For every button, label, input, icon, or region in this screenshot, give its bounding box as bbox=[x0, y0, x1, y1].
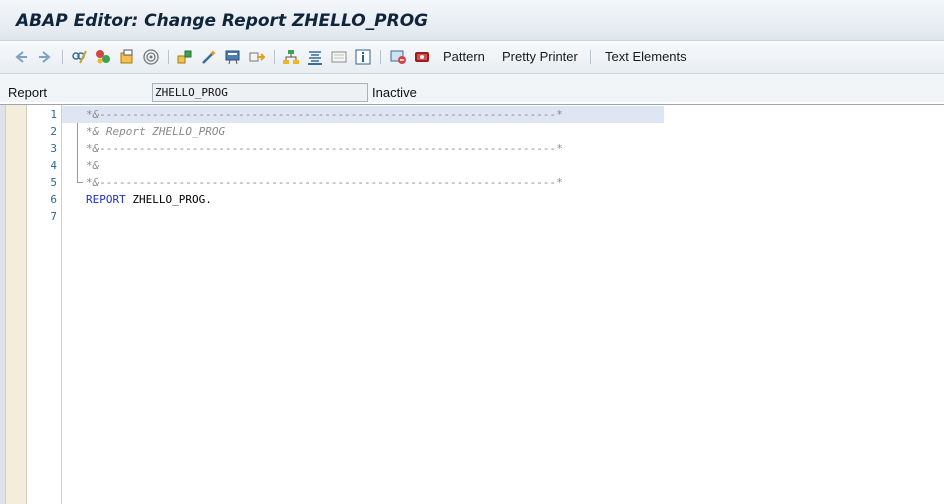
pretty-printer-button[interactable]: Pretty Printer bbox=[502, 49, 578, 65]
line-number: 2 bbox=[50, 125, 57, 138]
window-title: ABAP Editor: Change Report ZHELLO_PROG bbox=[16, 11, 429, 31]
comment-text: *& Report ZHELLO_PROG bbox=[86, 125, 226, 138]
abap-code-editor[interactable]: 1 2 3 4 5 6 7 *&------------------------… bbox=[0, 104, 944, 504]
comment-text: *&--------------------------------------… bbox=[86, 142, 563, 155]
line-number: 6 bbox=[50, 193, 57, 206]
hierarchy-icon[interactable] bbox=[282, 48, 300, 66]
code-line[interactable]: *& Report ZHELLO_PROG bbox=[62, 123, 944, 140]
where-used-icon[interactable] bbox=[248, 48, 266, 66]
code-line[interactable]: *&--------------------------------------… bbox=[62, 140, 944, 157]
comment-text: *&--------------------------------------… bbox=[86, 176, 563, 189]
display-change-icon[interactable] bbox=[70, 48, 88, 66]
report-field-row: Report ZHELLO_PROG Inactive bbox=[0, 74, 944, 102]
code-line[interactable]: REPORT ZHELLO_PROG. bbox=[62, 191, 944, 208]
line-number: 3 bbox=[50, 142, 57, 155]
status-text: Inactive bbox=[372, 85, 417, 100]
comment-text: *&--------------------------------------… bbox=[86, 108, 563, 121]
code-statement: REPORT ZHELLO_PROG. bbox=[86, 191, 212, 208]
code-area[interactable]: *&--------------------------------------… bbox=[62, 105, 944, 504]
code-line[interactable]: *&--------------------------------------… bbox=[62, 174, 944, 191]
line-number: 4 bbox=[50, 159, 57, 172]
display-object-list-icon[interactable] bbox=[224, 48, 242, 66]
other-object-icon[interactable] bbox=[176, 48, 194, 66]
fullscreen-icon[interactable] bbox=[330, 48, 348, 66]
line-number: 1 bbox=[50, 108, 57, 121]
toolbar-separator bbox=[168, 50, 169, 64]
report-name-field[interactable]: ZHELLO_PROG bbox=[152, 83, 368, 102]
code-line[interactable] bbox=[62, 208, 944, 225]
keyword-text: REPORT bbox=[86, 193, 126, 206]
target-icon[interactable] bbox=[142, 48, 160, 66]
text-elements-button[interactable]: Text Elements bbox=[605, 49, 687, 65]
comment-text: *& bbox=[86, 159, 100, 172]
activate-icon[interactable] bbox=[94, 48, 112, 66]
back-arrow-icon[interactable] bbox=[12, 48, 30, 66]
report-label: Report bbox=[8, 85, 48, 100]
forward-arrow-icon[interactable] bbox=[36, 48, 54, 66]
toolbar-separator bbox=[274, 50, 275, 64]
code-line[interactable]: *& bbox=[62, 157, 944, 174]
wand-icon[interactable] bbox=[200, 48, 218, 66]
toolbar-separator bbox=[62, 50, 63, 64]
marker-column bbox=[6, 105, 27, 504]
title-bar: ABAP Editor: Change Report ZHELLO_PROG bbox=[0, 0, 944, 41]
info-icon[interactable] bbox=[354, 48, 372, 66]
help-icon[interactable] bbox=[389, 48, 407, 66]
line-number: 5 bbox=[50, 176, 57, 189]
statement-text: ZHELLO_PROG. bbox=[125, 193, 212, 206]
debug-icon[interactable] bbox=[413, 48, 431, 66]
code-line[interactable]: *&--------------------------------------… bbox=[62, 106, 664, 123]
toolbar-separator bbox=[590, 50, 591, 64]
pattern-button[interactable]: Pattern bbox=[443, 49, 485, 65]
line-number-gutter: 1 2 3 4 5 6 7 bbox=[27, 105, 62, 504]
check-icon[interactable] bbox=[118, 48, 136, 66]
navigation-window-icon[interactable] bbox=[306, 48, 324, 66]
line-number: 7 bbox=[50, 210, 57, 223]
toolbar-separator bbox=[380, 50, 381, 64]
application-toolbar: Pattern Pretty Printer Text Elements bbox=[0, 41, 944, 74]
